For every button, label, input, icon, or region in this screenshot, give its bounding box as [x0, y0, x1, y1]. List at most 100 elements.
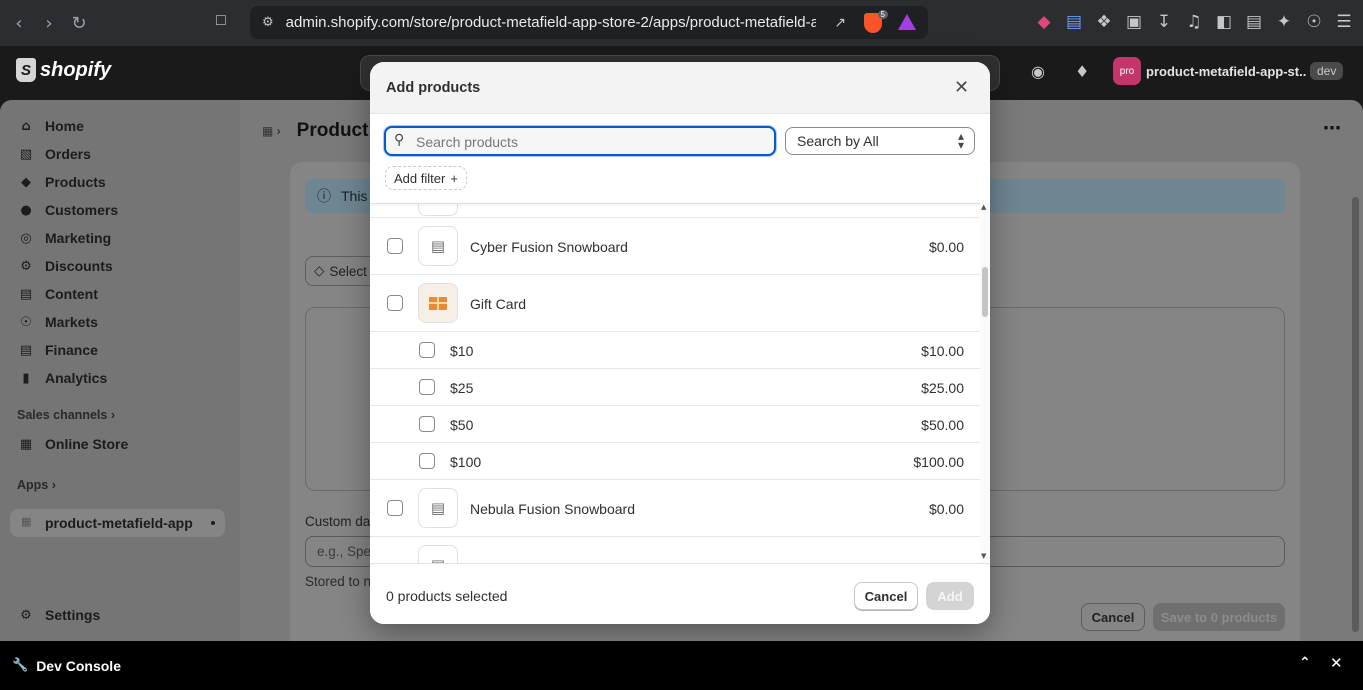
address-bar[interactable]: ⚙ admin.shopify.com/store/product-metafi…: [250, 6, 928, 39]
products-icon: ◆: [21, 174, 31, 190]
dev-console-bar[interactable]: 🔧 Dev Console ⌃ ✕: [0, 641, 1363, 690]
modal-header: Add products ✕: [370, 62, 990, 114]
variant-row[interactable]: $25 $25.00: [370, 369, 980, 406]
apps-label: Apps: [17, 478, 49, 492]
list-scrollbar-thumb[interactable]: [982, 267, 988, 317]
page-cancel-button[interactable]: Cancel: [1081, 603, 1145, 631]
sidebar-item-finance[interactable]: ▤ Finance: [18, 342, 98, 358]
sales-channels-label: Sales channels: [17, 408, 108, 422]
bell-icon[interactable]: ♦: [1075, 62, 1089, 81]
search-by-select[interactable]: Search by All ▴ ▾: [785, 127, 975, 155]
sidebar-item-home[interactable]: ⌂ Home: [18, 118, 84, 134]
extensions-toolbar: ◆ ▤ ❖ ▣ ↧ ♫ ◧ ▤ ✦ ☉ ☰: [1035, 12, 1353, 32]
forward-arrow-icon[interactable]: ›: [34, 13, 64, 34]
shopify-logo[interactable]: shopify: [16, 58, 111, 82]
product-price: $0.00: [928, 239, 964, 255]
add-filter-label: Add filter: [394, 170, 446, 186]
add-button[interactable]: Add: [926, 582, 974, 610]
content-icon: ▤: [19, 286, 33, 302]
site-settings-icon[interactable]: ⚙: [262, 15, 274, 30]
list-item[interactable]: ▤ Nebula Fusion Snowboard $0.00: [370, 480, 980, 537]
sidebar-item-label: Markets: [45, 314, 98, 330]
sidebar-item-markets[interactable]: ☉ Markets: [18, 314, 98, 330]
wrench-icon: 🔧: [12, 658, 29, 673]
sidebar-item-label: Content: [45, 286, 98, 302]
list-item[interactable]: ▤: [370, 203, 980, 218]
reload-icon[interactable]: ↻: [64, 13, 94, 34]
sidebar-item-discounts[interactable]: ⚙ Discounts: [18, 258, 113, 274]
sidebar-icon[interactable]: ◧: [1215, 12, 1233, 32]
sidebar-item-settings[interactable]: ⚙ Settings: [18, 607, 100, 623]
sidebar-item-online-store[interactable]: ▦ Online Store: [18, 436, 128, 452]
scroll-down-arrow-icon[interactable]: ▼: [981, 552, 986, 560]
product-checkbox[interactable]: [387, 238, 403, 254]
sidebar-item-analytics[interactable]: ▮ Analytics: [18, 370, 107, 386]
variant-checkbox[interactable]: [419, 453, 435, 469]
search-icon: ⚲: [394, 132, 405, 148]
screenshot-icon[interactable]: ▣: [1125, 12, 1143, 32]
product-list: ▤ ▤ Cyber Fusion Snowboard $0.00 Gift Ca…: [370, 203, 980, 563]
vpn-icon[interactable]: ☉: [1305, 12, 1323, 32]
menu-icon[interactable]: ☰: [1335, 12, 1353, 32]
search-by-value: Search by All: [797, 133, 879, 149]
store-avatar[interactable]: pro: [1113, 57, 1141, 85]
info-banner-text: This: [341, 188, 368, 204]
stored-help-text: Stored to n: [305, 574, 372, 589]
sidebar-item-products[interactable]: ◆ Products: [18, 174, 106, 190]
product-checkbox[interactable]: [387, 500, 403, 516]
variant-checkbox[interactable]: [419, 342, 435, 358]
customers-icon: ●: [20, 202, 32, 218]
add-filter-button[interactable]: Add filter +: [385, 166, 467, 190]
sidebar-item-content[interactable]: ▤ Content: [18, 286, 98, 302]
image-placeholder-icon: ▤: [418, 545, 458, 563]
sidebar-item-orders[interactable]: ▧ Orders: [18, 146, 91, 162]
close-icon[interactable]: ✕: [1330, 654, 1343, 672]
leo-ai-icon[interactable]: ✦: [1275, 12, 1293, 32]
url-text: admin.shopify.com/store/product-metafiel…: [285, 14, 816, 31]
list-item[interactable]: ▤: [370, 537, 980, 563]
media-icon[interactable]: ♫: [1185, 12, 1203, 32]
list-item[interactable]: ▤ Cyber Fusion Snowboard $0.00: [370, 218, 980, 275]
browser-toolbar: ‹ › ↻ □ ⚙ admin.shopify.com/store/produc…: [0, 0, 1363, 46]
more-actions-icon[interactable]: ⋯: [1323, 118, 1341, 139]
sales-channels-heading[interactable]: Sales channels ›: [17, 408, 115, 422]
page-title: ▦ › Product r: [262, 120, 381, 142]
wallet-icon[interactable]: ▤: [1245, 12, 1263, 32]
cancel-button[interactable]: Cancel: [854, 582, 918, 610]
back-arrow-icon[interactable]: ‹: [4, 13, 34, 34]
scroll-up-arrow-icon[interactable]: ▲: [981, 203, 986, 211]
search-field[interactable]: ⚲: [384, 126, 776, 156]
sidebar-item-customers[interactable]: ● Customers: [18, 202, 118, 218]
extensions-puzzle-icon[interactable]: ❖: [1095, 12, 1113, 32]
variant-checkbox[interactable]: [419, 379, 435, 395]
list-item[interactable]: Gift Card: [370, 275, 980, 332]
sidebar-item-app[interactable]: ▦ product-metafield-app: [10, 509, 225, 537]
variant-row[interactable]: $50 $50.00: [370, 406, 980, 443]
search-input[interactable]: [416, 131, 766, 153]
breadcrumb-app-icon[interactable]: ▦ ›: [262, 124, 281, 138]
dev-badge: dev: [1310, 62, 1344, 80]
extension-doc-icon[interactable]: ▤: [1065, 12, 1083, 32]
variant-checkbox[interactable]: [419, 416, 435, 432]
page-scrollbar[interactable]: [1352, 197, 1359, 632]
product-name: Cyber Fusion Snowboard: [470, 239, 628, 255]
product-checkbox[interactable]: [387, 295, 403, 311]
save-to-products-button[interactable]: Save to 0 products: [1153, 603, 1285, 631]
apps-heading[interactable]: Apps ›: [17, 478, 56, 492]
variant-row[interactable]: $100 $100.00: [370, 443, 980, 480]
sidebar-item-marketing[interactable]: ◎ Marketing: [18, 230, 111, 246]
list-scrollbar-track[interactable]: [980, 203, 990, 563]
download-icon[interactable]: ↧: [1155, 12, 1173, 32]
brave-rewards-icon[interactable]: [898, 14, 916, 30]
variant-row[interactable]: $10 $10.00: [370, 332, 980, 369]
store-name[interactable]: product-metafield-app-st...: [1146, 64, 1306, 79]
chevron-up-icon[interactable]: ⌃: [1299, 655, 1311, 671]
sidebar: ⌂ Home ▧ Orders ◆ Products ● Customers ◎ Mark…: [0, 100, 240, 641]
share-icon[interactable]: ↗: [834, 15, 846, 31]
close-icon[interactable]: ✕: [954, 77, 969, 98]
add-products-modal: Add products ✕ ⚲ Search by All ▴▾ Add fi…: [370, 62, 990, 624]
bookmark-icon[interactable]: □: [216, 12, 226, 30]
brave-shield-count: 5: [877, 10, 888, 19]
sidekick-icon[interactable]: ◉: [1031, 62, 1045, 81]
ublock-icon[interactable]: ◆: [1035, 12, 1053, 32]
